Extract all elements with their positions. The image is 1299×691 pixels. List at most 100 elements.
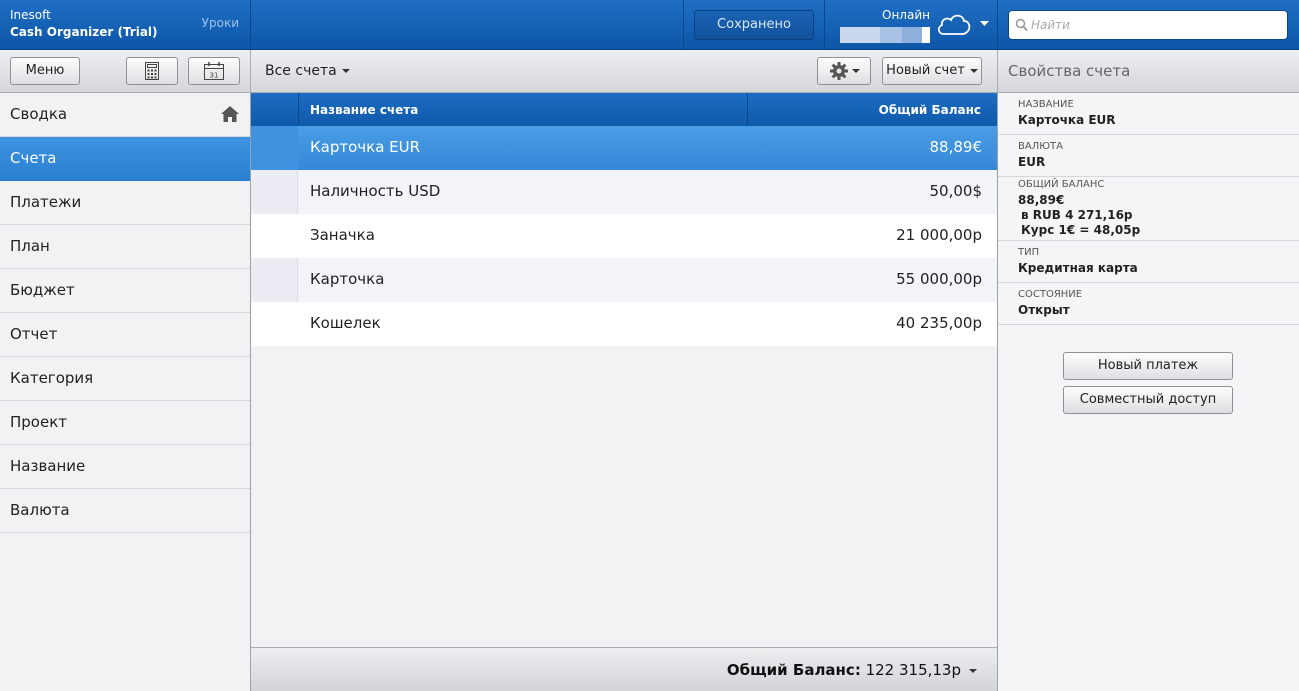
account-properties-panel: Название Карточка EUR Валюта EUR Общий б… <box>997 93 1299 691</box>
property-value: EUR <box>1018 155 1046 169</box>
toolbar: Меню 31 Все счета Новый счет Свойства сч… <box>0 50 1299 93</box>
all-accounts-dropdown[interactable]: Все счета <box>265 63 350 79</box>
sidebar-item-label: Сводка <box>10 105 68 123</box>
sidebar-item-label: Бюджет <box>10 281 75 299</box>
property-state: Состояние Открыт <box>998 283 1299 325</box>
account-balance: 88,89€ <box>929 138 983 156</box>
settings-button[interactable] <box>817 57 871 85</box>
total-balance-value: 122 315,13р <box>865 661 961 679</box>
account-name: Карточка EUR <box>310 138 421 156</box>
table-row[interactable]: Наличность USD 50,00$ <box>251 170 997 214</box>
table-header: Название счета Общий Баланс <box>251 93 997 126</box>
sidebar-item-category[interactable]: Категория <box>0 357 250 401</box>
column-header-balance[interactable]: Общий Баланс <box>879 103 981 117</box>
total-balance-dropdown[interactable]: Общий Баланс: 122 315,13р <box>727 661 977 679</box>
table-row[interactable]: Карточка EUR 88,89€ <box>251 126 997 170</box>
sidebar-item-label: Счета <box>10 149 57 167</box>
search-box[interactable] <box>1008 10 1288 40</box>
search-input[interactable] <box>1031 15 1281 35</box>
gear-icon <box>829 62 848 80</box>
balance-in-rub: в RUB 4 271,16р <box>1021 208 1133 222</box>
saved-button[interactable]: Сохранено <box>694 10 814 40</box>
account-balance: 55 000,00р <box>896 270 982 288</box>
property-label: Состояние <box>1018 289 1083 300</box>
lessons-link[interactable]: Уроки <box>202 16 239 30</box>
search-icon <box>1015 18 1028 32</box>
account-name: Карточка <box>310 270 385 288</box>
column-header-name[interactable]: Название счета <box>310 103 418 117</box>
chevron-down-icon <box>341 69 350 73</box>
divider <box>683 0 684 50</box>
sidebar-nav: Сводка Счета Платежи План Бюджет Отчет К… <box>0 93 251 691</box>
sidebar-item-label: Отчет <box>10 325 58 343</box>
property-currency: Валюта EUR <box>998 135 1299 177</box>
cloud-icon[interactable] <box>935 10 973 38</box>
online-status: Онлайн <box>882 8 930 22</box>
calendar-icon: 31 <box>204 62 224 80</box>
sidebar-item-label: Категория <box>10 369 94 387</box>
calculator-icon <box>145 62 159 80</box>
share-access-button[interactable]: Совместный доступ <box>1063 386 1233 414</box>
chevron-down-icon[interactable] <box>980 21 989 27</box>
calculator-button[interactable] <box>126 57 178 85</box>
account-balance: 21 000,00р <box>896 226 982 244</box>
property-value: Открыт <box>1018 303 1070 317</box>
property-label: Название <box>1018 99 1074 110</box>
chevron-down-icon <box>969 68 978 73</box>
divider <box>250 50 251 93</box>
sidebar-item-label: Валюта <box>10 501 70 519</box>
property-name: Название Карточка EUR <box>998 93 1299 135</box>
sidebar-item-budget[interactable]: Бюджет <box>0 269 250 313</box>
accounts-table: Название счета Общий Баланс Карточка EUR… <box>251 93 997 647</box>
sidebar-item-payee[interactable]: Название <box>0 445 250 489</box>
account-balance: 50,00$ <box>929 182 983 200</box>
property-type: Тип Кредитная карта <box>998 241 1299 283</box>
chevron-down-icon <box>969 668 977 673</box>
divider <box>747 93 748 126</box>
table-row[interactable]: Кошелек 40 235,00р <box>251 302 997 346</box>
divider <box>997 50 998 93</box>
account-name: Заначка <box>310 226 375 244</box>
divider <box>824 0 825 50</box>
properties-title: Свойства счета <box>1008 62 1131 80</box>
property-balance: Общий баланс 88,89€ в RUB 4 271,16р Курс… <box>998 177 1299 241</box>
brand-area: Inesoft Cash Organizer (Trial) Уроки <box>0 0 251 50</box>
table-row[interactable]: Карточка 55 000,00р <box>251 258 997 302</box>
product-name: Cash Organizer (Trial) <box>10 25 158 39</box>
calendar-button[interactable]: 31 <box>188 57 240 85</box>
property-label: Валюта <box>1018 141 1063 152</box>
divider <box>298 93 299 126</box>
chevron-down-icon <box>851 69 860 73</box>
property-value: Карточка EUR <box>1018 113 1116 127</box>
table-row[interactable]: Заначка 21 000,00р <box>251 214 997 258</box>
total-balance-label: Общий Баланс: <box>726 661 861 679</box>
account-balance: 40 235,00р <box>896 314 982 332</box>
total-balance-bar: Общий Баланс: 122 315,13р <box>251 647 997 691</box>
sidebar-item-label: Проект <box>10 413 68 431</box>
property-label: Тип <box>1018 247 1040 258</box>
account-name: Кошелек <box>310 314 381 332</box>
menu-button[interactable]: Меню <box>10 57 80 85</box>
sidebar-item-report[interactable]: Отчет <box>0 313 250 357</box>
home-icon[interactable] <box>221 106 239 122</box>
exchange-rate: Курс 1€ = 48,05р <box>1021 223 1141 237</box>
sidebar-item-currency[interactable]: Валюта <box>0 489 250 533</box>
sidebar-item-accounts[interactable]: Счета <box>0 137 250 181</box>
new-account-label: Новый счет <box>886 63 965 78</box>
sidebar-item-payments[interactable]: Платежи <box>0 181 250 225</box>
sidebar-item-label: Название <box>10 457 86 475</box>
sidebar-item-label: Платежи <box>10 193 82 211</box>
property-label: Общий баланс <box>1018 179 1105 190</box>
sidebar-item-summary[interactable]: Сводка <box>0 93 250 137</box>
all-accounts-label: Все счета <box>265 63 337 79</box>
property-value: Кредитная карта <box>1018 261 1138 275</box>
account-name: Наличность USD <box>310 182 441 200</box>
svg-text:31: 31 <box>210 72 219 80</box>
company-name: Inesoft <box>10 8 51 22</box>
divider <box>997 0 998 50</box>
new-payment-button[interactable]: Новый платеж <box>1063 352 1233 380</box>
new-account-button[interactable]: Новый счет <box>882 57 982 85</box>
sidebar-item-plan[interactable]: План <box>0 225 250 269</box>
sidebar-item-project[interactable]: Проект <box>0 401 250 445</box>
property-value: 88,89€ <box>1018 193 1065 207</box>
